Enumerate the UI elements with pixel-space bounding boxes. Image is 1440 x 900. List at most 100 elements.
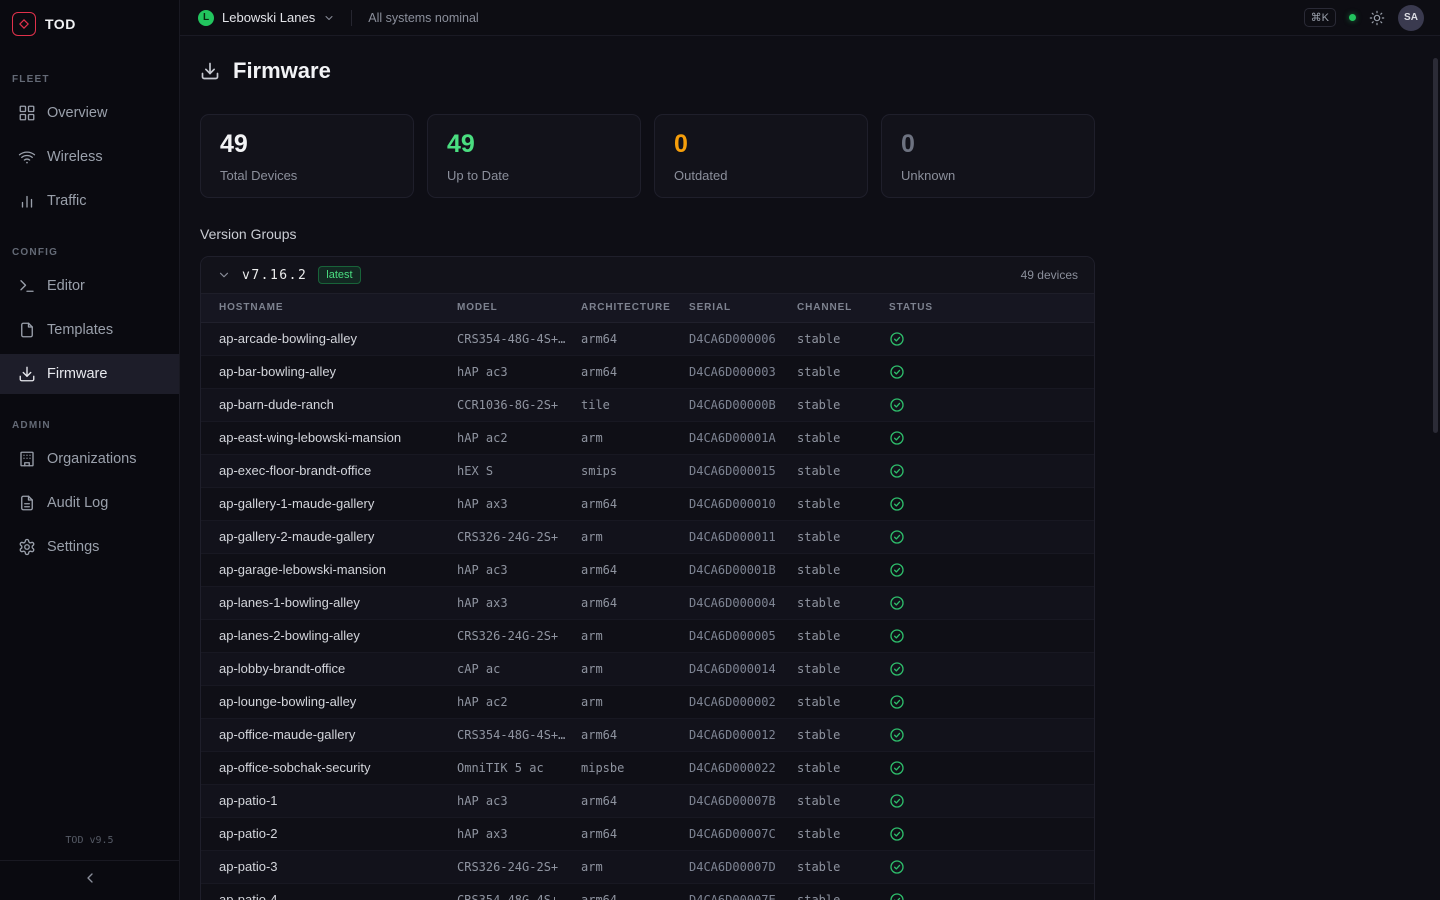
sidebar-item-label: Traffic (47, 193, 86, 209)
table-row[interactable]: ap-lanes-1-bowling-alleyhAP ax3arm64D4CA… (201, 586, 1094, 619)
sidebar-item-overview[interactable]: Overview (0, 93, 179, 133)
table-row[interactable]: ap-exec-floor-brandt-officehEX SsmipsD4C… (201, 454, 1094, 487)
sidebar-item-settings[interactable]: Settings (0, 527, 179, 567)
sidebar-item-editor[interactable]: Editor (0, 266, 179, 306)
column-header-model: Model (457, 294, 581, 322)
table-row[interactable]: ap-patio-2hAP ax3arm64D4CA6D00007Cstable (201, 817, 1094, 850)
status-ok-icon (889, 529, 905, 545)
theme-toggle-button[interactable] (1369, 10, 1385, 26)
table-row[interactable]: ap-barn-dude-ranchCCR1036-8G-2S+tileD4CA… (201, 388, 1094, 421)
download-icon (200, 61, 220, 81)
table-row[interactable]: ap-lobby-brandt-officecAP acarmD4CA6D000… (201, 652, 1094, 685)
sidebar: TOD FLEET Overview Wireless Traffic CONF… (0, 0, 180, 900)
command-palette-shortcut[interactable]: ⌘K (1304, 8, 1336, 27)
stat-label: Up to Date (447, 168, 621, 183)
terminal-icon (18, 277, 36, 295)
app-version: TOD v9.5 (0, 825, 179, 860)
table-row[interactable]: ap-patio-4CRS354-48G-4S+…arm64D4CA6D0000… (201, 883, 1094, 900)
table-row[interactable]: ap-east-wing-lebowski-mansionhAP ac2armD… (201, 421, 1094, 454)
sidebar-item-traffic[interactable]: Traffic (0, 181, 179, 221)
chevron-left-icon (82, 870, 98, 891)
stat-value: 49 (447, 132, 621, 157)
page-title: Firmware (233, 58, 331, 84)
sidebar-section-label: FLEET (0, 52, 179, 93)
status-ok-icon (889, 331, 905, 347)
sidebar-section-label: ADMIN (0, 398, 179, 439)
main-area: L Lebowski Lanes All systems nominal ⌘K … (180, 0, 1440, 900)
table-row[interactable]: ap-office-maude-galleryCRS354-48G-4S+…ar… (201, 718, 1094, 751)
page-content: Firmware 49 Total Devices 49 Up to Date … (180, 36, 1440, 900)
column-header-serial: Serial (689, 294, 797, 322)
status-ok-icon (889, 826, 905, 842)
table-row[interactable]: ap-patio-1hAP ac3arm64D4CA6D00007Bstable (201, 784, 1094, 817)
status-ok-icon (889, 727, 905, 743)
sidebar-item-label: Firmware (47, 366, 107, 382)
sidebar-item-organizations[interactable]: Organizations (0, 439, 179, 479)
system-status-text: All systems nominal (368, 11, 478, 25)
sidebar-nav: FLEET Overview Wireless Traffic CONFIG E… (0, 48, 179, 825)
sidebar-item-label: Audit Log (47, 495, 108, 511)
table-row[interactable]: ap-gallery-2-maude-galleryCRS326-24G-2S+… (201, 520, 1094, 553)
sun-icon (1369, 10, 1385, 26)
table-row[interactable]: ap-arcade-bowling-alleyCRS354-48G-4S+…ar… (201, 322, 1094, 355)
sidebar-item-label: Templates (47, 322, 113, 338)
wifi-icon (18, 148, 36, 166)
status-ok-icon (889, 562, 905, 578)
firmware-table-body: ap-arcade-bowling-alleyCRS354-48G-4S+…ar… (201, 322, 1094, 900)
stat-card: 49 Up to Date (427, 114, 641, 198)
status-ok-icon (889, 430, 905, 446)
sidebar-item-firmware[interactable]: Firmware (0, 354, 179, 394)
status-ok-icon (889, 760, 905, 776)
stats-row: 49 Total Devices 49 Up to Date 0 Outdate… (200, 114, 1095, 198)
chart-icon (18, 192, 36, 210)
sidebar-item-wireless[interactable]: Wireless (0, 137, 179, 177)
sidebar-collapse-button[interactable] (0, 860, 179, 900)
org-avatar: L (198, 10, 214, 26)
status-ok-icon (889, 397, 905, 413)
status-ok-icon (889, 463, 905, 479)
section-title: Version Groups (200, 226, 1440, 242)
table-row[interactable]: ap-gallery-1-maude-galleryhAP ax3arm64D4… (201, 487, 1094, 520)
table-row[interactable]: ap-lounge-bowling-alleyhAP ac2armD4CA6D0… (201, 685, 1094, 718)
download-icon (18, 365, 36, 383)
health-status-dot (1349, 14, 1356, 21)
table-row[interactable]: ap-lanes-2-bowling-alleyCRS326-24G-2S+ar… (201, 619, 1094, 652)
stat-card: 49 Total Devices (200, 114, 414, 198)
status-ok-icon (889, 496, 905, 512)
user-avatar[interactable]: SA (1398, 5, 1424, 31)
sidebar-section: FLEET Overview Wireless Traffic (0, 52, 179, 221)
status-ok-icon (889, 859, 905, 875)
stat-card: 0 Outdated (654, 114, 868, 198)
sidebar-item-templates[interactable]: Templates (0, 310, 179, 350)
app-root: TOD FLEET Overview Wireless Traffic CONF… (0, 0, 1440, 900)
latest-badge: latest (318, 266, 360, 284)
version-group-header[interactable]: v7.16.2 latest 49 devices (201, 257, 1094, 294)
grid-icon (18, 104, 36, 122)
org-switcher[interactable]: L Lebowski Lanes (198, 10, 335, 26)
stat-label: Outdated (674, 168, 848, 183)
org-name: Lebowski Lanes (222, 10, 315, 25)
sidebar-section-label: CONFIG (0, 225, 179, 266)
status-ok-icon (889, 694, 905, 710)
column-header-status: Status (889, 294, 1094, 322)
stat-card: 0 Unknown (881, 114, 1095, 198)
topbar: L Lebowski Lanes All systems nominal ⌘K … (180, 0, 1440, 36)
sidebar-section: ADMIN Organizations Audit Log Settings (0, 398, 179, 567)
app-title: TOD (45, 16, 76, 32)
sidebar-item-label: Organizations (47, 451, 136, 467)
table-row[interactable]: ap-garage-lebowski-mansionhAP ac3arm64D4… (201, 553, 1094, 586)
stat-label: Unknown (901, 168, 1075, 183)
table-row[interactable]: ap-office-sobchak-securityOmniTIK 5 acmi… (201, 751, 1094, 784)
chevron-down-icon (323, 12, 335, 24)
sidebar-item-audit-log[interactable]: Audit Log (0, 483, 179, 523)
doc-icon (18, 494, 36, 512)
table-row[interactable]: ap-bar-bowling-alleyhAP ac3arm64D4CA6D00… (201, 355, 1094, 388)
sidebar-item-label: Wireless (47, 149, 103, 165)
sidebar-item-label: Editor (47, 278, 85, 294)
column-header-channel: Channel (797, 294, 889, 322)
scrollbar-thumb[interactable] (1433, 58, 1438, 433)
stat-value: 0 (674, 132, 848, 157)
table-row[interactable]: ap-patio-3CRS326-24G-2S+armD4CA6D00007Ds… (201, 850, 1094, 883)
sidebar-item-label: Overview (47, 105, 107, 121)
status-ok-icon (889, 892, 905, 900)
